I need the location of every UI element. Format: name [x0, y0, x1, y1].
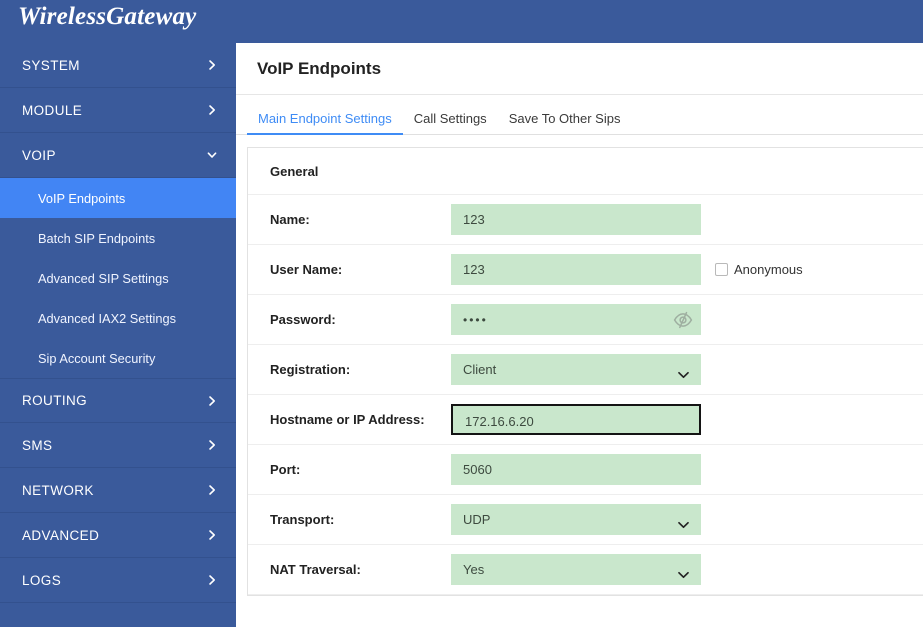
sidebar-item-module[interactable]: MODULE	[0, 88, 236, 133]
name-field-wrap: 123	[451, 204, 701, 235]
form-row-port: Port: 5060	[248, 445, 923, 495]
sidebar-item-voip[interactable]: VOIP	[0, 133, 236, 178]
transport-field-wrap: UDP	[451, 504, 701, 535]
tab-call-settings[interactable]: Call Settings	[403, 111, 498, 134]
chevron-right-icon	[206, 529, 218, 541]
sidebar-item-label: SMS	[22, 437, 53, 453]
top-brand-bar: WirelessGateway	[0, 0, 923, 43]
tab-main-endpoint-settings[interactable]: Main Endpoint Settings	[247, 111, 403, 135]
application-window: WirelessGateway SYSTEM MODULE VOIP VoIP …	[0, 0, 923, 627]
chevron-down-icon	[678, 366, 689, 378]
page-title: VoIP Endpoints	[257, 58, 382, 78]
transport-select[interactable]: UDP	[451, 504, 701, 535]
label-transport: Transport:	[270, 512, 335, 527]
registration-selected-value: Client	[463, 362, 497, 377]
form-row-registration: Registration: Client	[248, 345, 923, 395]
tab-label: Save To Other Sips	[508, 111, 621, 126]
nat-traversal-selected-value: Yes	[463, 562, 485, 577]
sidebar-item-sip-account-security[interactable]: Sip Account Security	[0, 338, 236, 378]
chevron-right-icon	[206, 574, 218, 586]
chevron-right-icon	[206, 484, 218, 496]
user-name-field-wrap: 123	[451, 254, 701, 285]
form-row-nat-traversal: NAT Traversal: Yes	[248, 545, 923, 595]
port-field-wrap: 5060	[451, 454, 701, 485]
chevron-right-icon	[206, 395, 218, 407]
password-input[interactable]: ••••	[451, 304, 701, 335]
tab-bar[interactable]: Main Endpoint Settings Call Settings Sav…	[236, 95, 923, 135]
sidebar-item-sms[interactable]: SMS	[0, 423, 236, 468]
sidebar-item-voip-endpoints[interactable]: VoIP Endpoints	[0, 178, 236, 218]
label-registration: Registration:	[270, 362, 351, 377]
sidebar-item-label: Sip Account Security	[38, 350, 156, 366]
registration-field-wrap: Client	[451, 354, 701, 385]
form-row-transport: Transport: UDP	[248, 495, 923, 545]
sidebar-item-label: Advanced IAX2 Settings	[38, 310, 177, 326]
chevron-down-icon	[678, 566, 689, 578]
sidebar-item-label: LOGS	[22, 572, 62, 588]
nat-traversal-field-wrap: Yes	[451, 554, 701, 585]
sidebar-item-label: SYSTEM	[22, 57, 80, 73]
sidebar-item-label: ADVANCED	[22, 527, 100, 543]
port-input[interactable]: 5060	[451, 454, 701, 485]
sidebar-item-advanced[interactable]: ADVANCED	[0, 513, 236, 558]
sidebar-item-label: Advanced SIP Settings	[38, 270, 169, 286]
password-field-wrap: ••••	[451, 304, 701, 335]
anonymous-checkbox[interactable]: Anonymous	[715, 262, 803, 277]
page-header: VoIP Endpoints	[236, 43, 923, 95]
chevron-right-icon	[206, 439, 218, 451]
sidebar-item-label: Batch SIP Endpoints	[38, 230, 156, 246]
form-row-name: Name: 123	[248, 195, 923, 245]
nat-traversal-select[interactable]: Yes	[451, 554, 701, 585]
sidebar-item-system[interactable]: SYSTEM	[0, 43, 236, 88]
password-masked-value: ••••	[463, 313, 488, 327]
label-port: Port:	[270, 462, 301, 477]
label-name: Name:	[270, 212, 310, 227]
user-name-input[interactable]: 123	[451, 254, 701, 285]
sidebar-item-label: VOIP	[22, 147, 56, 163]
tab-label: Main Endpoint Settings	[258, 111, 392, 126]
checkbox-box-icon[interactable]	[715, 263, 728, 276]
tab-label: Call Settings	[413, 111, 487, 126]
label-nat-traversal: NAT Traversal:	[270, 562, 361, 577]
form-row-user-name: User Name: 123 Anonymous	[248, 245, 923, 295]
label-password: Password:	[270, 312, 336, 327]
chevron-down-icon	[206, 149, 218, 161]
chevron-down-icon	[678, 516, 689, 528]
sidebar-item-routing[interactable]: ROUTING	[0, 378, 236, 423]
sidebar-item-network[interactable]: NETWORK	[0, 468, 236, 513]
sidebar-item-label: VoIP Endpoints	[38, 190, 126, 206]
main-content: VoIP Endpoints Main Endpoint Settings Ca…	[236, 43, 923, 627]
brand-title: WirelessGateway	[18, 3, 197, 30]
label-hostname: Hostname or IP Address:	[270, 412, 425, 427]
sidebar-navigation[interactable]: SYSTEM MODULE VOIP VoIP Endpoints Batch …	[0, 43, 236, 627]
chevron-right-icon	[206, 59, 218, 71]
sidebar-item-advanced-iax2-settings[interactable]: Advanced IAX2 Settings	[0, 298, 236, 338]
chevron-right-icon	[206, 104, 218, 116]
sidebar-item-label: MODULE	[22, 102, 83, 118]
sidebar-item-batch-sip-endpoints[interactable]: Batch SIP Endpoints	[0, 218, 236, 258]
hostname-field-wrap: 172.16.6.20	[451, 404, 701, 435]
sidebar-item-label: ROUTING	[22, 393, 88, 408]
sidebar-item-advanced-sip-settings[interactable]: Advanced SIP Settings	[0, 258, 236, 298]
anonymous-checkbox-label: Anonymous	[734, 262, 803, 277]
sidebar-item-logs[interactable]: LOGS	[0, 558, 236, 603]
sidebar-item-label: NETWORK	[22, 482, 94, 498]
endpoint-settings-form: General Name: 123 User Name: 123 Anonymo…	[247, 147, 923, 596]
section-title-general: General	[248, 148, 923, 195]
label-user-name: User Name:	[270, 262, 343, 277]
transport-selected-value: UDP	[463, 512, 491, 527]
form-row-hostname: Hostname or IP Address: 172.16.6.20	[248, 395, 923, 445]
registration-select[interactable]: Client	[451, 354, 701, 385]
hostname-input[interactable]: 172.16.6.20	[451, 404, 701, 435]
tab-save-to-other-sips[interactable]: Save To Other Sips	[498, 111, 632, 134]
name-input[interactable]: 123	[451, 204, 701, 235]
form-row-password: Password: ••••	[248, 295, 923, 345]
eye-slash-icon[interactable]	[673, 311, 693, 329]
